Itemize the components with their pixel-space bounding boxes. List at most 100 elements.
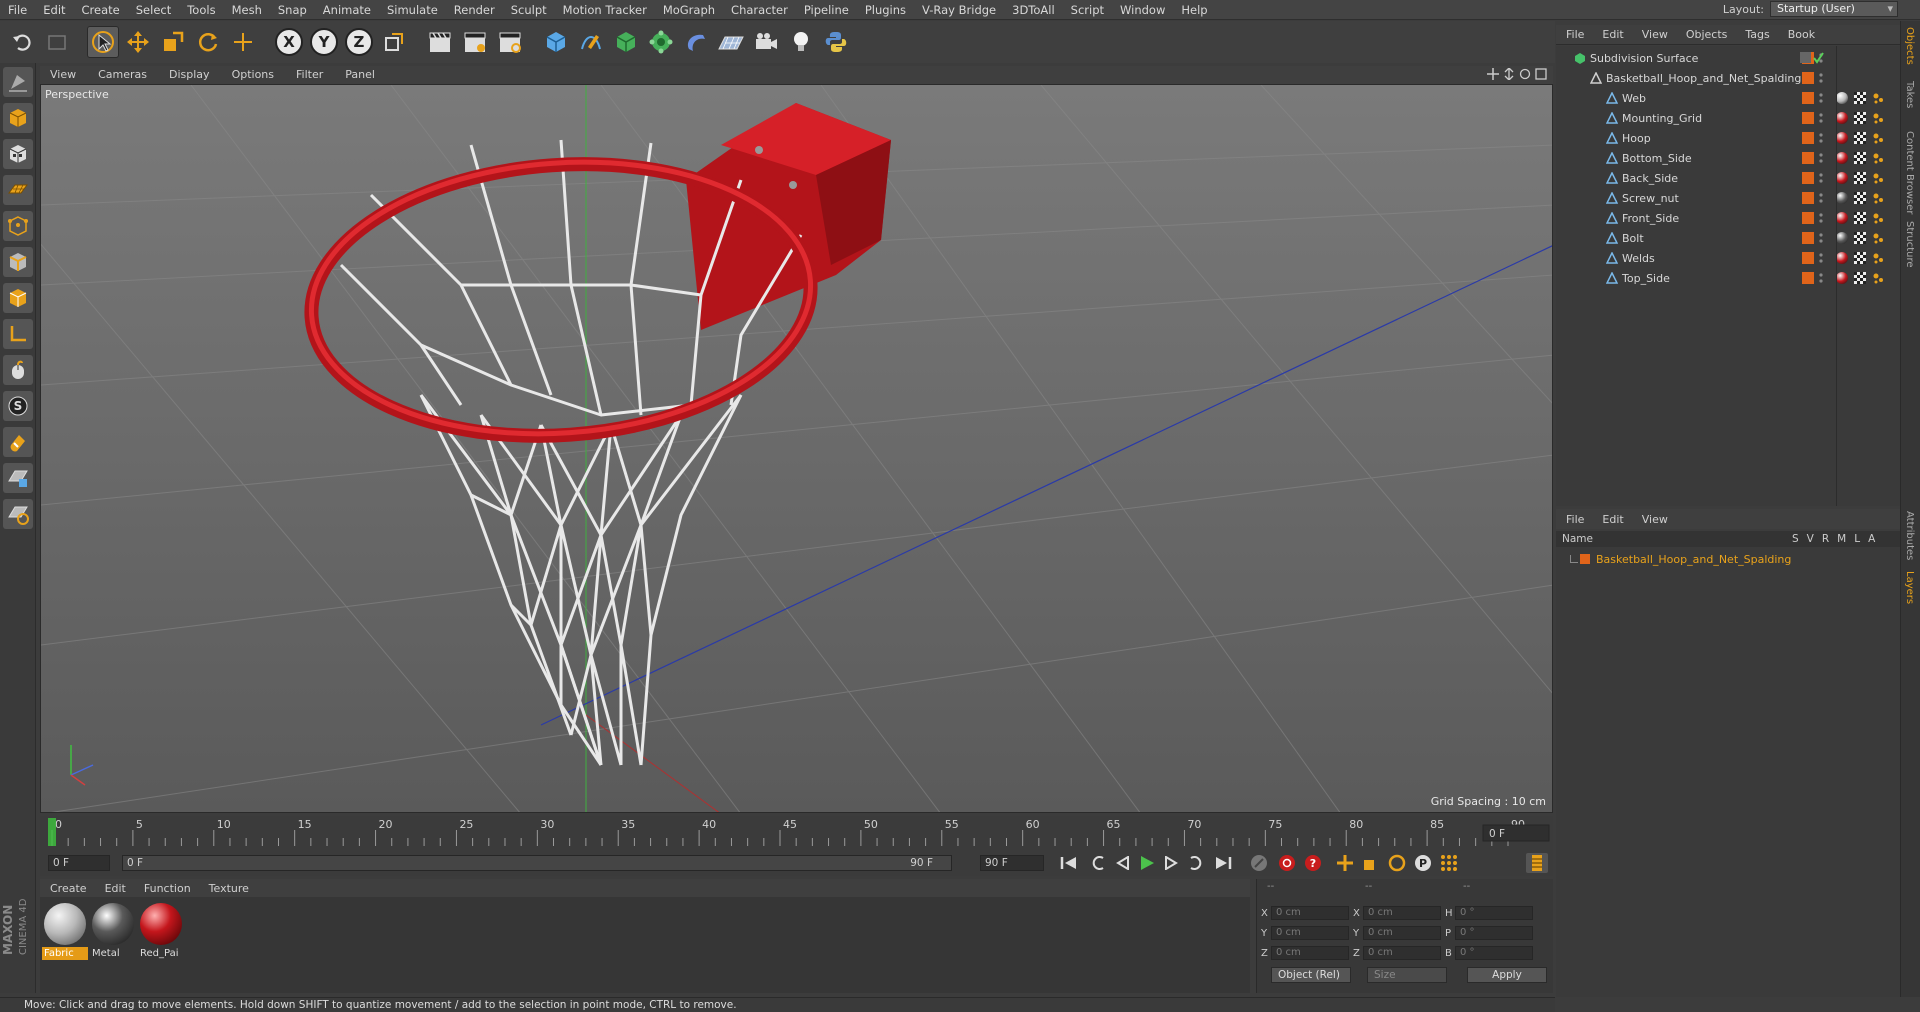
size-y-field[interactable]: 0 cm bbox=[1363, 926, 1441, 940]
uvw-tag-icon[interactable] bbox=[1854, 232, 1866, 244]
texture-mode-button[interactable] bbox=[3, 139, 33, 169]
magnet-button[interactable] bbox=[3, 427, 33, 457]
scale-button[interactable] bbox=[157, 26, 189, 58]
coordinate-system-button[interactable] bbox=[378, 26, 410, 58]
pos-z-field[interactable]: 0 cm bbox=[1271, 946, 1349, 960]
object-row-mounting-grid[interactable]: Mounting_Grid bbox=[1556, 108, 1900, 128]
layer-tag[interactable] bbox=[1802, 132, 1814, 144]
visibility-dots-icon[interactable] bbox=[1818, 252, 1824, 264]
visibility-dots-icon[interactable] bbox=[1818, 72, 1824, 84]
layer-tag[interactable] bbox=[1802, 232, 1814, 244]
uvw-tag-icon[interactable] bbox=[1854, 152, 1866, 164]
menu-script[interactable]: Script bbox=[1063, 0, 1112, 20]
coordinate-mode-dropdown[interactable]: Object (Rel) bbox=[1271, 967, 1351, 983]
key-position-button[interactable] bbox=[1334, 853, 1356, 873]
object-menu-edit[interactable]: Edit bbox=[1592, 28, 1631, 41]
play-button[interactable] bbox=[1136, 853, 1158, 873]
points-mode-button[interactable] bbox=[3, 211, 33, 241]
frame-range-slider[interactable]: 0 F 90 F bbox=[122, 855, 952, 871]
phong-tag-icon[interactable] bbox=[1872, 112, 1884, 124]
previous-frame-button[interactable] bbox=[1112, 853, 1134, 873]
pan-icon[interactable] bbox=[1487, 68, 1499, 80]
menu-plugins[interactable]: Plugins bbox=[857, 0, 914, 20]
phong-tag-icon[interactable] bbox=[1872, 172, 1884, 184]
object-row-bolt[interactable]: Bolt bbox=[1556, 228, 1900, 248]
material-tag[interactable] bbox=[1836, 212, 1848, 224]
edit-render-settings-button[interactable] bbox=[494, 26, 526, 58]
material-menu-texture[interactable]: Texture bbox=[199, 882, 257, 895]
object-row-bottom-side[interactable]: Bottom_Side bbox=[1556, 148, 1900, 168]
menu-file[interactable]: File bbox=[0, 0, 35, 20]
cube-button[interactable] bbox=[540, 26, 572, 58]
y-axis-button[interactable]: Y bbox=[308, 26, 340, 58]
object-row-subdivision-surface[interactable]: Subdivision Surface bbox=[1556, 48, 1900, 68]
material-metal[interactable]: Metal bbox=[90, 901, 136, 963]
visibility-dots-icon[interactable] bbox=[1818, 232, 1824, 244]
undo-button[interactable] bbox=[6, 26, 38, 58]
menu-sculpt[interactable]: Sculpt bbox=[503, 0, 555, 20]
object-name[interactable]: Basketball_Hoop_and_Net_Spalding bbox=[1606, 72, 1801, 85]
object-menu-view[interactable]: View bbox=[1632, 28, 1676, 41]
viewport-camera-label[interactable]: Perspective bbox=[45, 88, 109, 101]
object-row-hoop[interactable]: Hoop bbox=[1556, 128, 1900, 148]
object-name[interactable]: Front_Side bbox=[1622, 212, 1679, 225]
material-tag[interactable] bbox=[1836, 92, 1848, 104]
viewport-menu-options[interactable]: Options bbox=[222, 66, 286, 84]
phong-tag-icon[interactable] bbox=[1872, 252, 1884, 264]
menu-3dtoall[interactable]: 3DToAll bbox=[1004, 0, 1063, 20]
layer-tag[interactable] bbox=[1802, 152, 1814, 164]
menu-motion-tracker[interactable]: Motion Tracker bbox=[555, 0, 655, 20]
viewport-menu-cameras[interactable]: Cameras bbox=[88, 66, 159, 84]
material-red-paint[interactable]: Red_Pai bbox=[138, 901, 184, 963]
key-pla-button[interactable] bbox=[1438, 853, 1460, 873]
x-axis-button[interactable]: X bbox=[273, 26, 305, 58]
phong-tag-icon[interactable] bbox=[1872, 232, 1884, 244]
object-row-basketball-hoop-and-net-spalding[interactable]: Basketball_Hoop_and_Net_Spalding bbox=[1556, 68, 1900, 88]
python-button[interactable] bbox=[820, 26, 852, 58]
layer-tag[interactable] bbox=[1802, 212, 1814, 224]
material-tag[interactable] bbox=[1836, 112, 1848, 124]
timeline-layout-button[interactable] bbox=[1526, 853, 1548, 873]
layer-menu-edit[interactable]: Edit bbox=[1592, 513, 1631, 526]
make-editable-button[interactable] bbox=[3, 67, 33, 97]
object-name[interactable]: Web bbox=[1622, 92, 1646, 105]
object-name[interactable]: Bolt bbox=[1622, 232, 1644, 245]
menu-snap[interactable]: Snap bbox=[270, 0, 315, 20]
object-row-top-side[interactable]: Top_Side bbox=[1556, 268, 1900, 288]
subdivision-surface-button[interactable] bbox=[610, 26, 642, 58]
side-tab-takes[interactable]: Takes bbox=[1904, 81, 1915, 108]
size-x-field[interactable]: 0 cm bbox=[1363, 906, 1441, 920]
material-tag[interactable] bbox=[1836, 132, 1848, 144]
pos-y-field[interactable]: 0 cm bbox=[1271, 926, 1349, 940]
maximize-icon[interactable] bbox=[1535, 68, 1547, 80]
edges-mode-button[interactable] bbox=[3, 247, 33, 277]
object-row-front-side[interactable]: Front_Side bbox=[1556, 208, 1900, 228]
uvw-tag-icon[interactable] bbox=[1854, 92, 1866, 104]
polygons-mode-button[interactable] bbox=[3, 283, 33, 313]
key-parameter-button[interactable]: P bbox=[1412, 853, 1434, 873]
layer-tag[interactable] bbox=[1802, 252, 1814, 264]
layer-tag[interactable] bbox=[1802, 112, 1814, 124]
object-menu-file[interactable]: File bbox=[1556, 28, 1592, 41]
layer-tag[interactable] bbox=[1802, 92, 1814, 104]
light-button[interactable] bbox=[785, 26, 817, 58]
object-name[interactable]: Top_Side bbox=[1622, 272, 1670, 285]
rot-b-field[interactable]: 0 ° bbox=[1455, 946, 1533, 960]
rot-p-field[interactable]: 0 ° bbox=[1455, 926, 1533, 940]
axis-mode-button[interactable] bbox=[3, 319, 33, 349]
snapping-button[interactable]: S bbox=[3, 391, 33, 421]
transform-button[interactable] bbox=[227, 26, 259, 58]
menu-create[interactable]: Create bbox=[74, 0, 128, 20]
playhead[interactable] bbox=[48, 818, 56, 846]
cloner-button[interactable] bbox=[645, 26, 677, 58]
uvw-tag-icon[interactable] bbox=[1854, 272, 1866, 284]
visibility-dots-icon[interactable] bbox=[1818, 212, 1824, 224]
enabled-check-icon[interactable] bbox=[1800, 52, 1824, 64]
side-tab-objects[interactable]: Objects bbox=[1904, 27, 1915, 65]
object-row-web[interactable]: Web bbox=[1556, 88, 1900, 108]
object-row-welds[interactable]: Welds bbox=[1556, 248, 1900, 268]
workplane-rotate-button[interactable] bbox=[3, 499, 33, 529]
visibility-dots-icon[interactable] bbox=[1818, 112, 1824, 124]
layer-tag[interactable] bbox=[1802, 192, 1814, 204]
z-axis-button[interactable]: Z bbox=[343, 26, 375, 58]
